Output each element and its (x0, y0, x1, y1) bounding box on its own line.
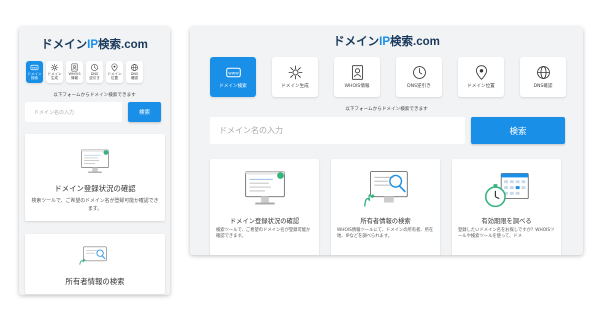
nav-item-domain-generate[interactable]: ドメイン生成 (272, 57, 318, 97)
nav-item-domain-search[interactable]: www ドメイン検索 (210, 57, 256, 97)
search-form: ドメイン名の入力 検索 (25, 102, 170, 122)
search-form: ドメイン名の入力 検索 (210, 117, 583, 144)
feature-card-owner[interactable]: 所有者情報の検索 (25, 234, 165, 294)
search-button[interactable]: 検索 (128, 102, 161, 122)
desktop-view: ドメインIP検索.com www ドメイン検索 ドメイン生成 WHOIS情報 D… (190, 27, 583, 255)
svg-text:www: www (228, 72, 239, 77)
card-title: ドメイン登録状況の確認 (54, 184, 136, 193)
card-description: 検索ツールで、ご希望のドメイン名が登録可能か確認できます。 (216, 228, 311, 240)
svg-text:www: www (32, 67, 38, 70)
www-icon: www (225, 68, 241, 78)
nav-item-dns-check[interactable]: DNS確認 (126, 61, 143, 83)
domain-search-input[interactable]: ドメイン名の入力 (210, 117, 465, 144)
whois-icon (71, 63, 78, 72)
feature-card-registration[interactable]: ドメイン登録状況の確認 検索ツールで、ご希望のドメイン名が登録可能か確認できます… (210, 159, 319, 255)
feature-card-owner[interactable]: 所有者情報の検索 WHOIS情報ツールにて、ドメインの所有者、所在地、IPなどを… (331, 159, 440, 255)
owner-search-illustration-icon (363, 171, 408, 207)
location-icon (475, 65, 487, 81)
feature-card-registration[interactable]: ドメイン登録状況の確認 検索ツールで、ご希望のドメイン名が登録可能か確認できます… (25, 134, 165, 221)
nav-item-dns-reverse[interactable]: DNS逆引き (396, 57, 442, 97)
whois-icon (351, 65, 363, 81)
search-button[interactable]: 検索 (471, 117, 565, 144)
network-icon (288, 66, 302, 80)
mobile-view: ドメインIP検索.com www ドメイン 検索 ドメイン 生成 WHOIS 情報 D… (19, 27, 170, 295)
card-description: 検索ツールで、ご希望のドメイン名が登録可能か確認できます。 (31, 198, 159, 212)
network-icon (50, 64, 59, 72)
card-description: WHOIS情報ツールにて、ドメインの所有者、所在地、IPなどを調べられます。 (337, 228, 434, 240)
www-icon: www (30, 65, 39, 71)
nav-item-whois[interactable]: WHOIS情報 (334, 57, 380, 97)
nav-item-domain-location[interactable]: ドメイン位置 (458, 57, 504, 97)
nav-item-dns-check[interactable]: DNS確認 (520, 57, 566, 97)
card-title: 有効期限を調べる (481, 218, 532, 225)
search-intro: 以下フォームからドメイン検索できます (345, 107, 428, 112)
monitor-illustration-icon (81, 149, 109, 173)
card-title: 所有者情報の検索 (360, 218, 411, 225)
globe-icon (536, 66, 550, 80)
nav-item-domain-location[interactable]: ドメイン位置 (106, 61, 123, 83)
nav-item-domain-generate[interactable]: ドメイン生成 (46, 61, 63, 83)
calendar-clock-illustration-icon (484, 173, 529, 208)
feature-cards: ドメイン登録状況の確認 検索ツールで、ご希望のドメイン名が登録可能か確認できます… (210, 159, 583, 255)
domain-search-input[interactable]: ドメイン名の入力 (25, 102, 122, 122)
dns-icon (412, 66, 426, 80)
nav-item-domain-search[interactable]: www ドメイン検索 (26, 61, 43, 83)
nav-menu: www ドメイン検索 ドメイン生成 WHOIS情報 DNS逆引き ドメイン位置 … (210, 57, 583, 97)
site-logo[interactable]: ドメインIP検索.com (190, 33, 583, 49)
feature-card-expiry[interactable]: 有効期限を調べる 登録したいドメイン名をお探しですか？WHOISツールや検索ツー… (452, 159, 561, 255)
card-description: 登録したいドメイン名をお探しですか？WHOISツールや検索ツールを使って、ドメ (458, 228, 555, 240)
owner-search-illustration-icon (79, 246, 107, 265)
location-icon (111, 63, 118, 72)
nav-menu: www ドメイン検索 ドメイン生成 WHOIS情報 DNS逆引き ドメイン位置 … (26, 61, 170, 83)
nav-item-dns-reverse[interactable]: DNS逆引き (86, 61, 103, 83)
dns-icon (91, 64, 98, 72)
search-intro: 以下フォームからドメイン検索できます (53, 93, 136, 98)
site-logo[interactable]: ドメインIP検索.com (19, 36, 170, 52)
nav-item-whois[interactable]: WHOIS情報 (66, 61, 83, 83)
card-title: ドメイン登録状況の確認 (229, 218, 300, 225)
card-title: 所有者情報の検索 (65, 277, 125, 286)
globe-icon (131, 64, 138, 72)
monitor-illustration-icon (244, 171, 285, 205)
